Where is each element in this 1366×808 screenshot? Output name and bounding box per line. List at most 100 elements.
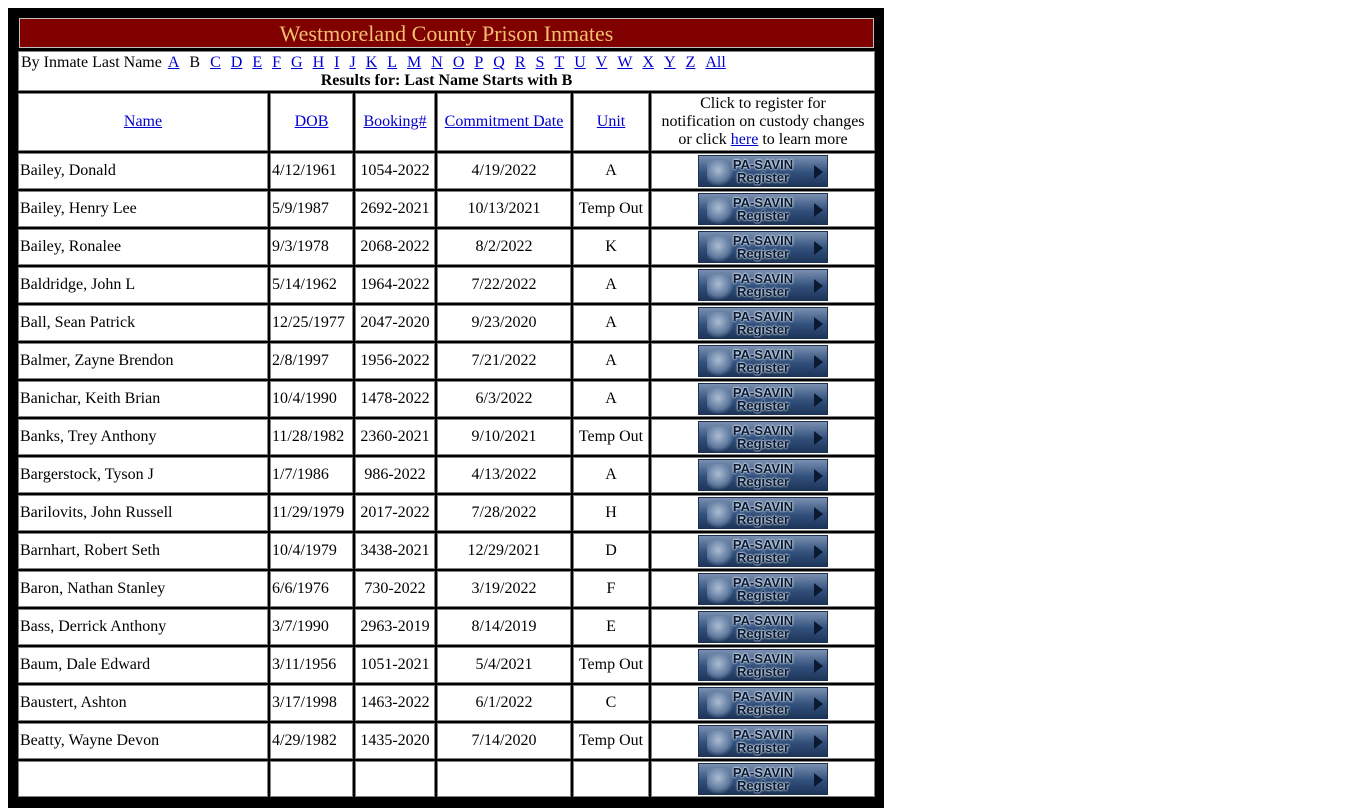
cell-unit: D (573, 533, 649, 569)
letter-link-q[interactable]: Q (493, 54, 505, 71)
sort-by-booking-link[interactable]: Booking# (363, 113, 426, 130)
table-row: PA-SAVIN Register (18, 761, 875, 797)
pa-savin-register-button[interactable]: PA-SAVIN Register (698, 459, 828, 491)
pa-savin-register-button[interactable]: PA-SAVIN Register (698, 269, 828, 301)
cell-register: PA-SAVIN Register (651, 419, 875, 455)
arrow-right-icon (814, 165, 823, 179)
sort-by-dob-link[interactable]: DOB (295, 113, 329, 130)
pa-savin-register-button[interactable]: PA-SAVIN Register (698, 611, 828, 643)
table-row: Barilovits, John Russell 11/29/1979 2017-2… (18, 495, 875, 531)
pa-savin-register-button[interactable]: PA-SAVIN Register (698, 421, 828, 453)
letter-link-h[interactable]: H (313, 54, 325, 71)
letter-link-s[interactable]: S (536, 54, 545, 71)
letter-link-f[interactable]: F (272, 54, 281, 71)
arrow-right-icon (814, 545, 823, 559)
pa-savin-register-button[interactable]: PA-SAVIN Register (698, 345, 828, 377)
learn-more-link[interactable]: here (731, 131, 759, 148)
letter-link-m[interactable]: M (407, 54, 421, 71)
cell-register: PA-SAVIN Register (651, 723, 875, 759)
alphabet-nav: By Inmate Last Name A B C D E F G H I J K L M N O P Q R S T U… (18, 51, 875, 91)
table-row: Baron, Nathan Stanley 6/6/1976 730-2022 3/1… (18, 571, 875, 607)
letter-link-e[interactable]: E (252, 54, 262, 71)
cell-unit: F (573, 571, 649, 607)
table-row: Baustert, Ashton 3/17/1998 1463-2022 6/1/20… (18, 685, 875, 721)
pa-savin-register-button[interactable]: PA-SAVIN Register (698, 193, 828, 225)
pa-savin-register-button[interactable]: PA-SAVIN Register (698, 155, 828, 187)
savin-button-line2: Register (736, 284, 790, 299)
letter-link-j[interactable]: J (349, 54, 355, 71)
cell-booking: 2692-2021 (355, 191, 435, 227)
letter-link-c[interactable]: C (210, 54, 221, 71)
cell-register: PA-SAVIN Register (651, 153, 875, 189)
letter-link-t[interactable]: T (554, 54, 564, 71)
arrow-right-icon (814, 773, 823, 787)
pa-savin-register-button[interactable]: PA-SAVIN Register (698, 573, 828, 605)
column-header-dob: DOB (270, 93, 353, 151)
column-header-booking: Booking# (355, 93, 435, 151)
letter-link-x[interactable]: X (642, 54, 654, 71)
pa-savin-register-button[interactable]: PA-SAVIN Register (698, 307, 828, 339)
cell-register: PA-SAVIN Register (651, 647, 875, 683)
sort-by-commitment-link[interactable]: Commitment Date (445, 113, 564, 130)
pa-savin-register-button[interactable]: PA-SAVIN Register (698, 535, 828, 567)
cell-name: Bailey, Donald (18, 153, 268, 189)
cell-commitment-date: 7/21/2022 (437, 343, 571, 379)
letter-link-a[interactable]: A (168, 54, 180, 71)
pa-savin-register-button[interactable]: PA-SAVIN Register (698, 649, 828, 681)
cell-register: PA-SAVIN Register (651, 609, 875, 645)
cell-commitment-date (437, 761, 571, 797)
letter-link-r[interactable]: R (515, 54, 526, 71)
savin-button-line2: Register (736, 170, 790, 185)
letter-link-d[interactable]: D (231, 54, 243, 71)
cell-dob: 10/4/1990 (270, 381, 353, 417)
cell-commitment-date: 7/14/2020 (437, 723, 571, 759)
letter-link-all[interactable]: All (705, 54, 725, 71)
letter-link-o[interactable]: O (453, 54, 465, 71)
letter-link-l[interactable]: L (387, 54, 397, 71)
letter-link-w[interactable]: W (617, 54, 632, 71)
savin-button-line2: Register (736, 588, 790, 603)
cell-booking: 2360-2021 (355, 419, 435, 455)
cell-register: PA-SAVIN Register (651, 191, 875, 227)
alphabet-nav-prefix: By Inmate Last Name (21, 54, 162, 71)
pa-savin-register-button[interactable]: PA-SAVIN Register (698, 383, 828, 415)
table-row: Baum, Dale Edward 3/11/1956 1051-2021 5/4/2… (18, 647, 875, 683)
cell-register: PA-SAVIN Register (651, 381, 875, 417)
column-header-unit: Unit (573, 93, 649, 151)
cell-commitment-date: 7/28/2022 (437, 495, 571, 531)
cell-unit: A (573, 305, 649, 341)
pa-savin-register-button[interactable]: PA-SAVIN Register (698, 687, 828, 719)
cell-unit: Temp Out (573, 191, 649, 227)
letter-link-k[interactable]: K (366, 54, 378, 71)
cell-register: PA-SAVIN Register (651, 267, 875, 303)
cell-booking: 730-2022 (355, 571, 435, 607)
letter-link-y[interactable]: Y (664, 54, 676, 71)
alphabet-letters: A B C D E F G H I J K L M N O P Q R S T U V W X Y Z All (162, 54, 730, 71)
register-header-line1: Click to register for (700, 95, 826, 112)
inmates-table-body: Bailey, Donald 4/12/1961 1054-2022 4/19/202… (18, 153, 875, 797)
letter-link-p[interactable]: P (474, 54, 483, 71)
cell-booking: 1956-2022 (355, 343, 435, 379)
pa-savin-register-button[interactable]: PA-SAVIN Register (698, 725, 828, 757)
cell-commitment-date: 6/1/2022 (437, 685, 571, 721)
pa-savin-register-button[interactable]: PA-SAVIN Register (698, 497, 828, 529)
savin-button-line2: Register (736, 398, 790, 413)
letter-link-v[interactable]: V (596, 54, 608, 71)
sort-by-name-link[interactable]: Name (124, 113, 162, 130)
letter-link-n[interactable]: N (431, 54, 443, 71)
letter-link-z[interactable]: Z (686, 54, 696, 71)
table-row: Beatty, Wayne Devon 4/29/1982 1435-2020 7/1… (18, 723, 875, 759)
arrow-right-icon (814, 659, 823, 673)
letter-link-g[interactable]: G (291, 54, 303, 71)
cell-name: Banks, Trey Anthony (18, 419, 268, 455)
pa-savin-register-button[interactable]: PA-SAVIN Register (698, 231, 828, 263)
cell-register: PA-SAVIN Register (651, 457, 875, 493)
cell-booking: 1435-2020 (355, 723, 435, 759)
column-header-commitment: Commitment Date (437, 93, 571, 151)
letter-link-i[interactable]: I (334, 54, 339, 71)
savin-button-line2: Register (736, 360, 790, 375)
sort-by-unit-link[interactable]: Unit (597, 113, 625, 130)
cell-booking: 1964-2022 (355, 267, 435, 303)
cell-unit: A (573, 381, 649, 417)
letter-link-u[interactable]: U (574, 54, 586, 71)
